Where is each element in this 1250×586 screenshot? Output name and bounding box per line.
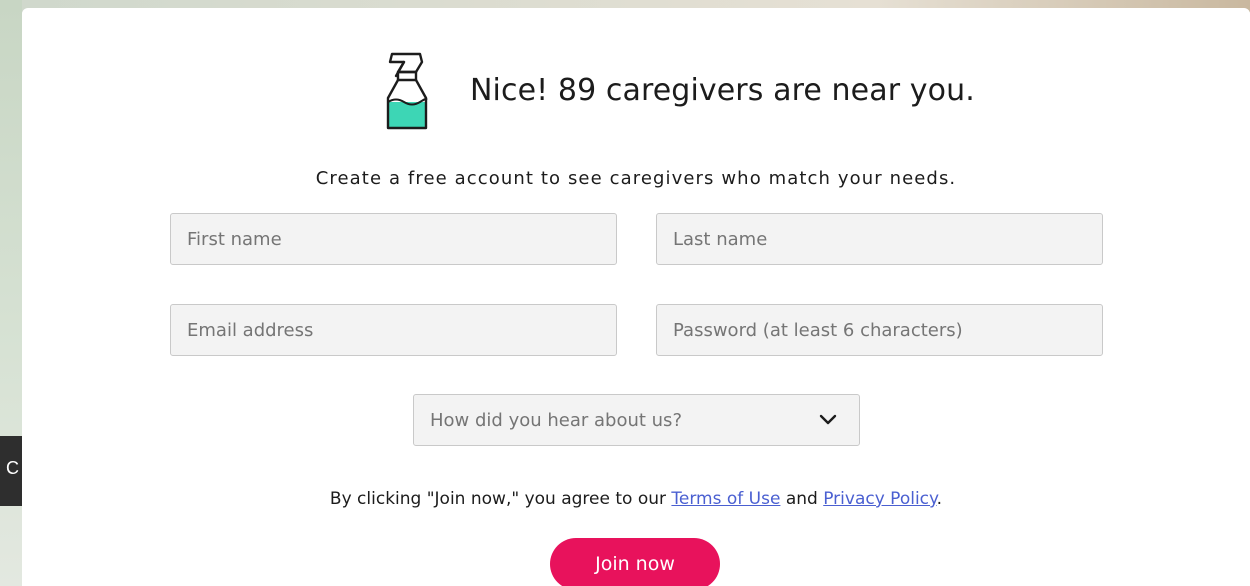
referral-select[interactable]: How did you hear about us? <box>413 394 860 446</box>
join-now-button[interactable]: Join now <box>550 538 720 586</box>
first-name-input[interactable] <box>170 213 617 265</box>
legal-prefix: By clicking "Join now," you agree to our <box>329 489 672 509</box>
last-name-input[interactable] <box>656 213 1103 265</box>
legal-and: and <box>780 489 824 509</box>
privacy-policy-link[interactable]: Privacy Policy <box>823 489 936 509</box>
legal-suffix: . <box>936 489 943 509</box>
headline: Nice! 89 caregivers are near you. <box>470 72 975 108</box>
email-input[interactable] <box>170 304 617 356</box>
terms-of-use-link[interactable]: Terms of Use <box>671 489 780 509</box>
password-input[interactable] <box>656 304 1103 356</box>
legal-notice: By clicking "Join now," you agree to our… <box>22 489 1250 509</box>
signup-modal: Nice! 89 caregivers are near you. Create… <box>22 8 1250 586</box>
referral-select-value: How did you hear about us? <box>430 409 682 431</box>
background-tab-text: C <box>6 458 19 478</box>
background-dark-tab[interactable]: C <box>0 436 22 506</box>
modal-header: Nice! 89 caregivers are near you. <box>382 50 975 130</box>
subheading: Create a free account to see caregivers … <box>315 168 957 189</box>
chevron-down-icon <box>819 414 837 425</box>
spray-bottle-icon <box>386 52 428 130</box>
